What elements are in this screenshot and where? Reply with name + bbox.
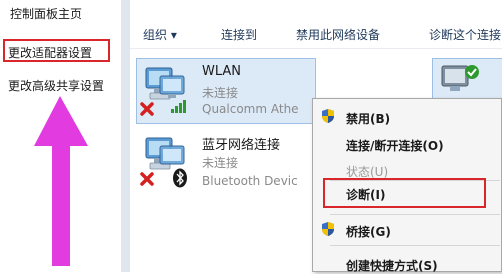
menu-item-connect-disconnect[interactable]: 连接/断开连接(O) <box>346 137 444 154</box>
diagnose-connection-button[interactable]: 诊断这个连接 <box>429 26 501 43</box>
wlan-status: 未连接 <box>202 86 239 100</box>
menu-separator <box>330 214 500 215</box>
advanced-sharing-settings-link[interactable]: 更改高级共享设置 <box>8 77 104 94</box>
pane-divider[interactable] <box>121 0 130 272</box>
menu-item-disable[interactable]: 禁用(B) <box>346 110 390 127</box>
network-adapter-icon <box>441 65 479 91</box>
wlan-name: WLAN <box>202 64 242 79</box>
pointer-arrow-annotation <box>34 96 88 266</box>
shield-icon <box>322 109 334 123</box>
connect-to-button[interactable]: 连接到 <box>221 26 257 43</box>
shield-icon <box>322 222 334 236</box>
change-adapter-settings-link[interactable]: 更改适配器设置 <box>8 44 92 61</box>
disable-device-button[interactable]: 禁用此网络设备 <box>296 26 380 43</box>
bluetooth-icon <box>173 168 187 188</box>
bluetooth-connection-name: 蓝牙网络连接 <box>202 138 281 153</box>
menu-separator <box>330 245 500 246</box>
wlan-adapter-name: Qualcomm Athe <box>202 102 299 116</box>
menu-item-create-shortcut[interactable]: 创建快捷方式(S) <box>346 257 438 274</box>
bluetooth-adapter-name: Bluetooth Devic <box>202 174 298 188</box>
menu-item-diagnose[interactable]: 诊断(I) <box>346 186 385 203</box>
organize-menu-button[interactable]: 组织 ▾ <box>143 26 177 43</box>
signal-bars-icon <box>171 100 186 113</box>
menu-item-bridge[interactable]: 桥接(G) <box>346 223 391 240</box>
bluetooth-status: 未连接 <box>202 156 239 170</box>
control-panel-home-link[interactable]: 控制面板主页 <box>10 5 82 22</box>
